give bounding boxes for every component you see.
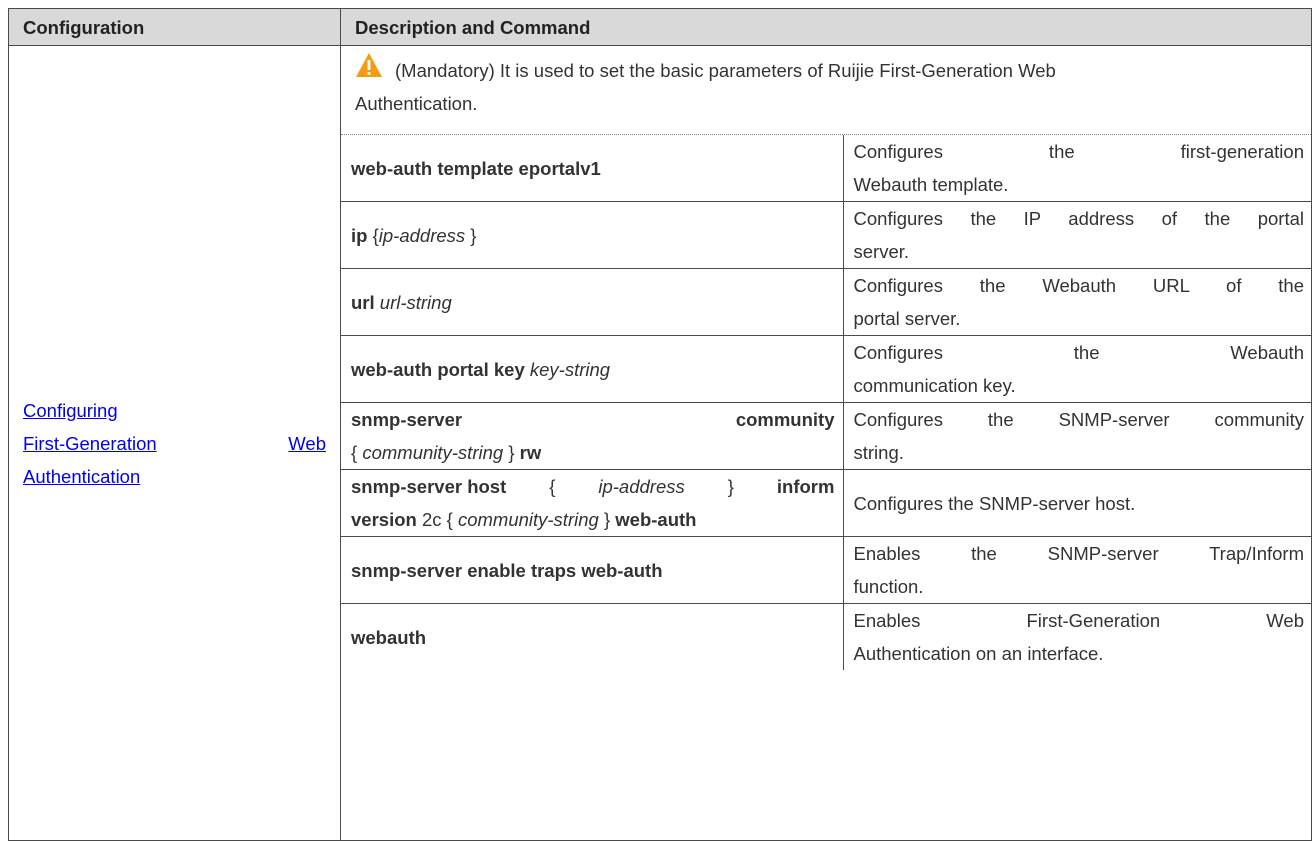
description-line2: server. [853,241,910,262]
command-brace-open: { [351,442,358,463]
config-link-line2[interactable]: First-Generation Web [23,427,326,460]
command-argument: ip-address [378,224,466,246]
command-text: webauth [351,626,427,648]
description-line2: Webauth template. [853,174,1009,195]
table-row: webauth Enables First-Generation Web Aut… [341,603,1312,670]
description-text-cell: Configures the IP address of the portal … [842,201,1312,269]
note-row: (Mandatory) It is used to set the basic … [351,48,1301,120]
command-keyword: community [735,409,835,430]
command-keyword: ip [351,224,368,246]
config-link-line1[interactable]: Configuring [23,394,326,427]
description-text-cell: Configures the SNMP-server host. [842,469,1312,537]
command-argument: url-string [379,291,452,313]
description-line2: function. [853,576,924,597]
note-line2: Authentication. [355,93,478,114]
command-argument: ip-address [598,476,685,497]
command-keyword: web-auth [615,509,697,530]
description-line1: Enables the SNMP-server Trap/Inform [853,543,1305,564]
description-line1: Configures the Webauth [853,342,1305,363]
description-line2: Authentication on an interface. [853,643,1104,664]
description-line1: Configures the IP address of the portal [853,208,1305,229]
table-row: snmp-server host { ip-address } inform v… [341,469,1312,537]
command-brace-open: { [549,476,556,497]
command-cell: webauth [341,603,844,670]
command-line2: { community-string } rw [351,436,835,469]
command-brace-close: } [603,509,611,530]
table-row: snmp-server enable traps web-auth Enable… [341,536,1312,604]
command-keyword: url [351,291,375,313]
description-text-cell: Configures the SNMP-server community str… [842,402,1312,470]
table-row: url url-string Configures the Webauth UR… [341,268,1312,336]
description-line1: Configures the SNMP-server community [853,409,1305,430]
table-row: Configuring First-Generation Web Authent… [8,45,1312,841]
command-line1: snmp-server host { ip-address } inform [351,470,835,503]
description-text-cell: Configures the Webauth communication key… [842,335,1312,403]
config-link-line3[interactable]: Authentication [23,460,326,493]
mandatory-note: (Mandatory) It is used to set the basic … [341,46,1311,135]
description-text-cell: Enables First-Generation Web Authenticat… [842,603,1312,670]
command-brace-close: } [727,476,734,497]
description-text-cell: Configures the first-generation Webauth … [842,135,1312,202]
description-line1: Configures the Webauth URL of the [853,275,1305,296]
configuration-table: Configuration Description and Command Co… [8,8,1312,841]
command-text: snmp-server enable traps web-auth [351,559,663,581]
configuration-cell: Configuring First-Generation Web Authent… [8,45,341,841]
command-keyword: version [351,509,417,530]
description-line1: Enables First-Generation Web [853,610,1305,631]
description-line1: Configures the SNMP-server host. [853,492,1136,514]
command-argument: key-string [529,358,611,380]
config-link-line2-b: Web [288,432,326,454]
command-keyword: rw [519,442,542,463]
command-brace-close: } [465,224,477,246]
note-text: (Mandatory) It is used to set the basic … [355,48,1056,120]
command-cell: snmp-server community { community-string… [341,402,844,470]
note-line1: (Mandatory) It is used to set the basic … [395,60,1056,81]
command-table: web-auth template eportalv1 Configures t… [341,135,1312,670]
command-keyword: web-auth portal key [351,358,525,380]
command-text: web-auth template eportalv1 [351,157,601,179]
table-header-row: Configuration Description and Command [8,8,1312,46]
config-link-line2-a: First-Generation [23,432,157,454]
description-line2: string. [853,442,904,463]
header-description: Description and Command [340,8,1312,46]
header-configuration: Configuration [8,8,341,46]
command-argument: community-string [362,442,504,463]
command-cell: snmp-server enable traps web-auth [341,536,844,604]
command-keyword: snmp-server host [351,476,507,497]
description-text-cell: Configures the Webauth URL of the portal… [842,268,1312,336]
command-line2: version 2c { community-string } web-auth [351,503,835,536]
warning-triangle-icon [356,53,382,77]
document-page: Configuration Description and Command Co… [8,8,1312,841]
table-row: ip {ip-address } Configures the IP addre… [341,201,1312,269]
description-line2: communication key. [853,375,1016,396]
description-line1: Configures the first-generation [853,141,1305,162]
table-row: web-auth portal key key-string Configure… [341,335,1312,403]
table-row: snmp-server community { community-string… [341,402,1312,470]
command-cell: url url-string [341,268,844,336]
command-cell: snmp-server host { ip-address } inform v… [341,469,844,537]
command-cell: web-auth template eportalv1 [341,135,844,202]
command-brace-open: { [367,224,379,246]
command-brace-close: } [508,442,515,463]
command-line1: snmp-server community [351,403,835,436]
command-cell: web-auth portal key key-string [341,335,844,403]
description-line2: portal server. [853,308,961,329]
command-keyword: inform [776,476,835,497]
description-text-cell: Enables the SNMP-server Trap/Inform func… [842,536,1312,604]
command-cell: ip {ip-address } [341,201,844,269]
command-argument: community-string [457,509,599,530]
command-plain: 2c { [421,509,453,530]
description-cell: (Mandatory) It is used to set the basic … [340,45,1312,841]
table-row: web-auth template eportalv1 Configures t… [341,135,1312,202]
command-keyword: snmp-server [351,409,463,430]
